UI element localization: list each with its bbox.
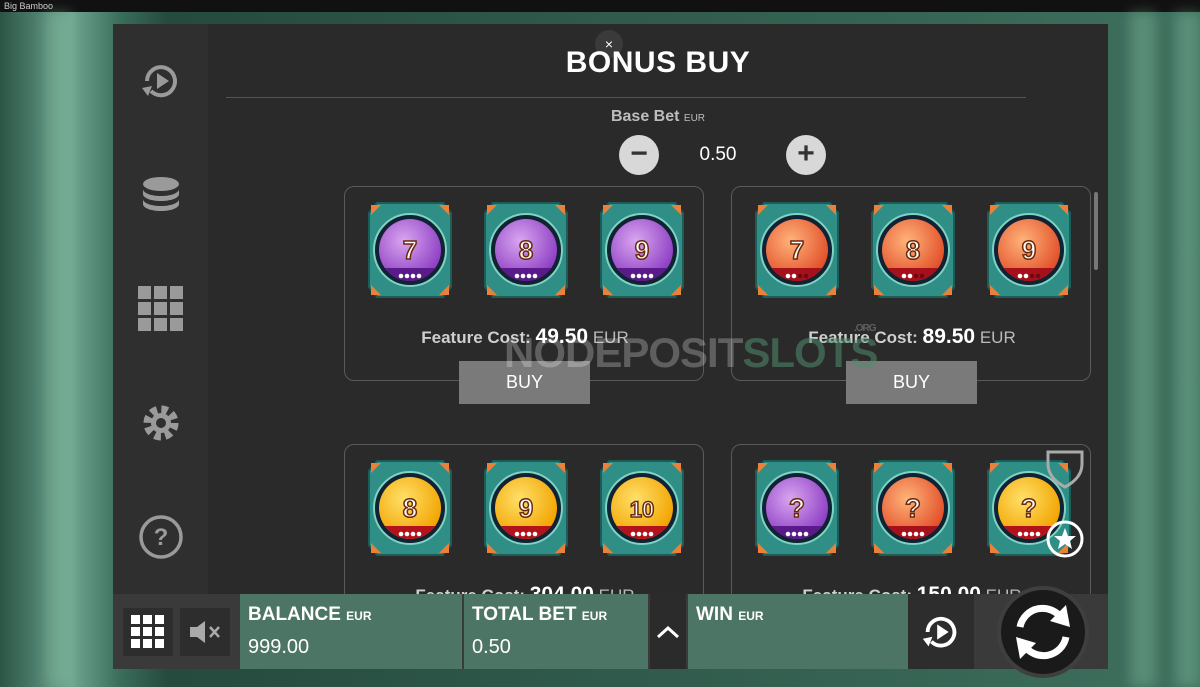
watermark: NODEPOSITSLOTS .ORG xyxy=(504,323,878,377)
feature-symbol-label: 8 xyxy=(906,235,920,265)
game-frame: ? × BONUS BUY ✕ Base Bet EUR − 0.50 + 7 xyxy=(113,24,1108,669)
bonus-buy-panel: × BONUS BUY ✕ Base Bet EUR − 0.50 + 7 xyxy=(208,24,1108,594)
watermark-part1: NODEPOSIT xyxy=(504,329,743,376)
feature-symbol-icon: ? xyxy=(754,457,840,559)
speaker-muted-icon xyxy=(190,621,220,643)
feature-cost-currency: EUR xyxy=(594,586,635,594)
feature-card: ? ? ? Feature Cost: 150.00 xyxy=(731,444,1091,594)
win-unit: EUR xyxy=(738,609,764,623)
coins-icon[interactable] xyxy=(138,172,184,218)
feature-symbol-label: 8 xyxy=(403,493,417,523)
favorite-star-icon[interactable] xyxy=(1046,520,1084,563)
feature-symbol-icon: 9 xyxy=(599,199,685,301)
total-bet-label: TOTAL BET xyxy=(472,604,577,625)
menu-grid-button[interactable] xyxy=(123,608,173,656)
scrollbar[interactable] xyxy=(1094,192,1098,270)
feature-symbol-icon: 8 xyxy=(367,457,453,559)
feature-symbol-label: 9 xyxy=(519,493,533,523)
feature-symbol-icon: 10 xyxy=(599,457,685,559)
feature-symbol-label: 9 xyxy=(1022,235,1036,265)
feature-symbol-icon: 8 xyxy=(483,199,569,301)
win-label: WIN xyxy=(696,604,733,625)
decrease-bet-button[interactable]: − xyxy=(619,135,659,175)
feature-symbol-icon: 7 xyxy=(367,199,453,301)
feature-symbol-label: 10 xyxy=(630,497,654,522)
menu-grid-icon xyxy=(131,615,164,648)
settings-gear-icon[interactable] xyxy=(138,400,184,446)
total-bet-unit: EUR xyxy=(581,609,608,623)
autoplay-icon[interactable] xyxy=(138,58,184,104)
divider xyxy=(226,97,1026,98)
feature-cost-label: Feature Cost: xyxy=(802,586,916,594)
chevron-up-icon xyxy=(656,625,680,638)
feature-card: 8 9 10 Feature Cost: 304.00 xyxy=(344,444,704,594)
watermark-suffix: .ORG xyxy=(854,323,877,334)
feature-symbol-label: ? xyxy=(1021,493,1037,523)
feature-symbol-icon: 9 xyxy=(483,457,569,559)
increase-bet-button[interactable]: + xyxy=(786,135,826,175)
feature-cost-value: 89.50 xyxy=(922,325,976,348)
feature-cost-currency: EUR xyxy=(975,328,1016,347)
feature-cost-label: Feature Cost: xyxy=(415,586,529,594)
balance-unit: EUR xyxy=(346,609,372,623)
balance-label: BALANCE xyxy=(248,604,341,625)
win-display: WIN EUR xyxy=(688,594,908,669)
total-bet-value: 0.50 xyxy=(472,636,511,658)
base-bet-unit: EUR xyxy=(683,113,706,124)
feature-symbol-icon: 9 xyxy=(986,199,1072,301)
svg-text:?: ? xyxy=(154,524,169,551)
autoplay-icon xyxy=(922,616,957,647)
balance-display: BALANCE EUR 999.00 xyxy=(240,594,462,669)
base-bet-label: Base Bet EUR xyxy=(208,108,1108,126)
feature-symbol-label: 7 xyxy=(790,235,804,265)
paytable-grid-icon[interactable] xyxy=(138,286,184,332)
feature-symbol-label: ? xyxy=(789,493,805,523)
bottom-bar: BALANCE EUR 999.00 TOTAL BET EUR 0.50 WI… xyxy=(113,586,1108,678)
help-icon[interactable]: ? xyxy=(138,514,184,560)
balance-value: 999.00 xyxy=(248,636,310,658)
autoplay-button[interactable] xyxy=(908,594,974,669)
bet-expand-button[interactable] xyxy=(650,594,686,669)
feature-symbol-label: 7 xyxy=(403,235,417,265)
mute-button[interactable] xyxy=(180,608,230,656)
feature-symbol-label: 9 xyxy=(635,235,649,265)
shield-icon[interactable] xyxy=(1045,448,1085,495)
base-bet-value: 0.50 xyxy=(699,144,737,165)
feature-cost: Feature Cost: 304.00 EUR xyxy=(345,583,705,594)
feature-symbol-label: ? xyxy=(905,493,921,523)
spin-button[interactable] xyxy=(997,586,1089,678)
feature-symbol-icon: ? xyxy=(870,457,956,559)
dialog-title: BONUS BUY xyxy=(565,46,751,79)
watermark-part2: SLOTS xyxy=(742,329,878,376)
feature-cost-currency: EUR xyxy=(981,586,1022,594)
feature-symbol-label: 8 xyxy=(519,235,533,265)
window-title: Big Bamboo xyxy=(0,0,1200,12)
feature-cost-value: 150.00 xyxy=(917,583,981,594)
feature-symbol-icon: 8 xyxy=(870,199,956,301)
feature-symbol-icon: 7 xyxy=(754,199,840,301)
feature-cost-value: 304.00 xyxy=(530,583,594,594)
sidebar: ? xyxy=(113,24,208,594)
spin-arrows-icon xyxy=(1016,604,1070,660)
total-bet-display: TOTAL BET EUR 0.50 xyxy=(464,594,648,669)
base-bet-text: Base Bet xyxy=(610,108,680,125)
